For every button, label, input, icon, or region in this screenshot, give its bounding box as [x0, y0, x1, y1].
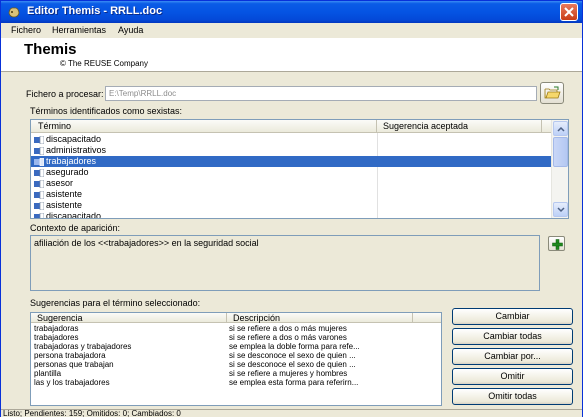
- suggestion-text: plantilla: [34, 369, 62, 378]
- terms-scrollbar[interactable]: [551, 120, 568, 218]
- scroll-down-button[interactable]: [553, 202, 568, 217]
- column-header-term[interactable]: Término: [38, 121, 71, 131]
- suggestion-text: personas que trabajan: [34, 360, 114, 369]
- cambiar-por-button[interactable]: Cambiar por...: [452, 348, 573, 365]
- scroll-thumb[interactable]: [553, 137, 568, 167]
- scroll-up-button[interactable]: [553, 121, 568, 136]
- editor-window: Editor Themis - RRLL.doc Fichero Herrami…: [0, 0, 583, 417]
- cambiar-todas-button[interactable]: Cambiar todas: [452, 328, 573, 345]
- suggestion-row[interactable]: plantilla si se refiere a mujeres y homb…: [31, 369, 441, 378]
- term-row[interactable]: discapacitado: [31, 134, 551, 145]
- title-bar[interactable]: Editor Themis - RRLL.doc: [1, 1, 582, 23]
- suggestion-row[interactable]: trabajadoras y trabajadores se emplea la…: [31, 342, 441, 351]
- suggestion-row[interactable]: las y los trabajadores se emplea esta fo…: [31, 378, 441, 387]
- document-icon: [34, 136, 44, 144]
- suggestion-text: trabajadoras y trabajadores: [34, 342, 132, 351]
- browse-button[interactable]: [540, 82, 564, 104]
- close-icon: [564, 7, 574, 17]
- suggestion-description: se emplea la doble forma para refe...: [229, 342, 360, 351]
- document-icon: [34, 191, 44, 199]
- suggestion-description: si se desconoce el sexo de quien ...: [229, 360, 356, 369]
- suggestion-row[interactable]: personas que trabajan si se desconoce el…: [31, 360, 441, 369]
- column-separator[interactable]: [226, 313, 227, 323]
- column-header-accepted[interactable]: Sugerencia aceptada: [383, 121, 468, 131]
- document-icon: [34, 147, 44, 155]
- omitir-todas-button[interactable]: Omitir todas: [452, 388, 573, 405]
- chevron-up-icon: [557, 126, 565, 132]
- document-icon: [34, 213, 44, 218]
- document-icon: [34, 158, 44, 166]
- context-text-area[interactable]: afiliación de los <<trabajadores>> en la…: [30, 235, 540, 291]
- term-text: asistente: [46, 200, 83, 210]
- term-text: asesor: [46, 178, 74, 188]
- company-name: © The REUSE Company: [60, 59, 149, 68]
- term-row[interactable]: asegurado: [31, 167, 551, 178]
- chevron-down-icon: [557, 207, 565, 213]
- header-banner: Themis © The REUSE Company: [1, 39, 582, 72]
- suggestion-description: se emplea esta forma para referirn...: [229, 378, 359, 387]
- file-path-field[interactable]: E:\Temp\RRLL.doc: [105, 86, 537, 101]
- column-separator[interactable]: [412, 313, 413, 323]
- window-title: Editor Themis - RRLL.doc: [27, 5, 163, 17]
- suggestion-text: trabajadores: [34, 333, 79, 342]
- terms-list[interactable]: Término Sugerencia aceptada discapacitad…: [30, 119, 569, 219]
- suggestion-description: si se desconoce el sexo de quien ...: [229, 351, 356, 360]
- column-header-suggestion[interactable]: Sugerencia: [37, 313, 83, 323]
- suggestion-row[interactable]: trabajadoras si se refiere a dos o más m…: [31, 324, 441, 333]
- suggestion-text: trabajadoras: [34, 324, 79, 333]
- term-row[interactable]: discapacitado: [31, 211, 551, 219]
- folder-open-icon: [544, 86, 561, 99]
- suggestion-row[interactable]: persona trabajadora si se desconoce el s…: [31, 351, 441, 360]
- suggestion-text: persona trabajadora: [34, 351, 106, 360]
- term-text: discapacitado: [46, 211, 102, 219]
- column-separator[interactable]: [541, 120, 542, 132]
- term-text: asegurado: [46, 167, 89, 177]
- app-icon: [8, 7, 20, 18]
- column-separator[interactable]: [376, 120, 377, 132]
- menu-ayuda[interactable]: Ayuda: [118, 25, 143, 35]
- term-row-selected[interactable]: trabajadores: [31, 156, 551, 167]
- term-text: trabajadores: [46, 156, 97, 166]
- menu-herramientas[interactable]: Herramientas: [52, 25, 106, 35]
- file-label: Fichero a procesar:: [26, 89, 104, 99]
- term-row[interactable]: asistente: [31, 189, 551, 200]
- close-button[interactable]: [560, 3, 578, 21]
- suggestions-label: Sugerencias para el término seleccionado…: [30, 298, 201, 308]
- column-header-description[interactable]: Descripción: [233, 313, 280, 323]
- terms-list-header: Término Sugerencia aceptada: [31, 120, 551, 133]
- status-bar: Listo; Pendientes: 159; Omitidos: 0; Cam…: [1, 409, 582, 417]
- menu-fichero[interactable]: Fichero: [11, 25, 41, 35]
- suggestion-description: si se refiere a mujeres y hombres: [229, 369, 348, 378]
- cambiar-button[interactable]: Cambiar: [452, 308, 573, 325]
- suggestion-row[interactable]: trabajadores si se refiere a dos o más v…: [31, 333, 441, 342]
- term-row[interactable]: asistente: [31, 200, 551, 211]
- term-text: asistente: [46, 189, 83, 199]
- term-text: discapacitado: [46, 134, 102, 144]
- suggestions-list[interactable]: Sugerencia Descripción trabajadoras si s…: [30, 312, 442, 406]
- term-text: administrativos: [46, 145, 107, 155]
- plus-icon: [552, 239, 563, 250]
- document-icon: [34, 202, 44, 210]
- suggestion-text: las y los trabajadores: [34, 378, 110, 387]
- suggestions-list-header: Sugerencia Descripción: [31, 313, 441, 323]
- suggestion-description: si se refiere a dos o más mujeres: [229, 324, 347, 333]
- document-icon: [34, 180, 44, 188]
- suggestion-description: si se refiere a dos o más varones: [229, 333, 347, 342]
- add-button[interactable]: [548, 236, 565, 251]
- terms-label: Términos identificados como sexistas:: [30, 106, 183, 116]
- context-label: Contexto de aparición:: [30, 223, 121, 233]
- term-row[interactable]: asesor: [31, 178, 551, 189]
- document-icon: [34, 169, 44, 177]
- term-row[interactable]: administrativos: [31, 145, 551, 156]
- menu-bar: Fichero Herramientas Ayuda: [1, 23, 582, 39]
- app-name: Themis: [24, 41, 77, 58]
- omitir-button[interactable]: Omitir: [452, 368, 573, 385]
